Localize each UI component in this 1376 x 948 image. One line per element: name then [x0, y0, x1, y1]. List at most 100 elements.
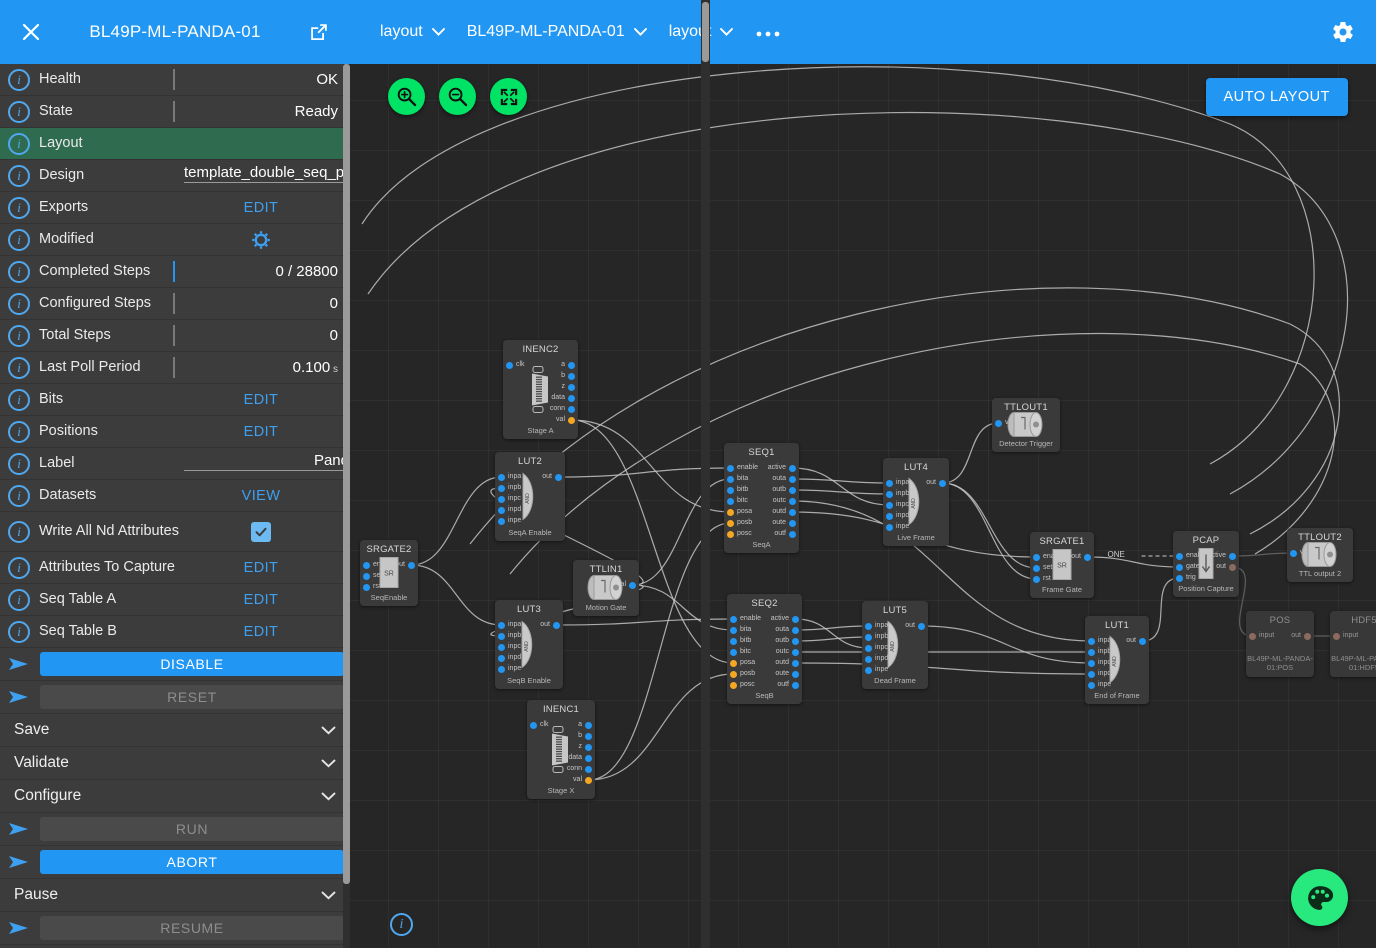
- port-dot[interactable]: [727, 498, 734, 505]
- open-external-icon[interactable]: [302, 15, 336, 49]
- port-dot[interactable]: [789, 531, 796, 538]
- port-dot[interactable]: [408, 562, 415, 569]
- edit-link[interactable]: EDIT: [184, 392, 344, 408]
- port-dot[interactable]: [363, 573, 370, 580]
- info-icon[interactable]: i: [8, 357, 30, 379]
- node-port-z[interactable]: z: [562, 383, 576, 391]
- node-port-posb[interactable]: posb: [727, 519, 758, 527]
- port-dot[interactable]: [1176, 553, 1183, 560]
- close-icon[interactable]: [14, 15, 48, 49]
- edit-link[interactable]: EDIT: [184, 424, 344, 440]
- port-dot[interactable]: [1249, 633, 1256, 640]
- port-dot[interactable]: [727, 465, 734, 472]
- breadcrumb-device[interactable]: BL49P-ML-PANDA-01: [467, 23, 647, 41]
- port-dot[interactable]: [568, 406, 575, 413]
- node-port-enable[interactable]: enable: [730, 615, 761, 623]
- port-dot[interactable]: [727, 520, 734, 527]
- port-dot[interactable]: [498, 507, 505, 514]
- port-dot[interactable]: [568, 362, 575, 369]
- port-dot[interactable]: [727, 531, 734, 538]
- palette-icon[interactable]: [1291, 869, 1348, 926]
- port-dot[interactable]: [730, 616, 737, 623]
- design-input[interactable]: template_double_seq_pcomp: [184, 164, 350, 183]
- port-dot[interactable]: [498, 518, 505, 525]
- node-port-outc[interactable]: outc: [776, 648, 799, 656]
- port-dot[interactable]: [789, 498, 796, 505]
- port-dot[interactable]: [585, 766, 592, 773]
- info-icon[interactable]: i: [8, 101, 30, 123]
- info-icon[interactable]: i: [8, 69, 30, 91]
- port-dot[interactable]: [1088, 660, 1095, 667]
- node-port-out[interactable]: out: [1071, 553, 1091, 561]
- node-port-bitc[interactable]: bitc: [727, 497, 758, 505]
- node-port-data[interactable]: data: [551, 394, 575, 402]
- port-dot[interactable]: [1084, 554, 1091, 561]
- node-port-conn[interactable]: conn: [550, 405, 575, 413]
- port-dot[interactable]: [498, 485, 505, 492]
- port-dot[interactable]: [629, 582, 636, 589]
- gear-icon[interactable]: [1326, 15, 1360, 49]
- node-port-posa[interactable]: posa: [730, 659, 761, 667]
- node-port-outb[interactable]: outb: [772, 486, 796, 494]
- graph-node-pcap[interactable]: PCAPenablegatetrigactiveoutPosition Capt…: [1173, 531, 1239, 597]
- info-icon[interactable]: i: [8, 197, 30, 219]
- info-icon[interactable]: i: [8, 229, 30, 251]
- port-dot[interactable]: [792, 616, 799, 623]
- port-dot[interactable]: [1304, 633, 1311, 640]
- graph-node-lut5[interactable]: LUT5inpainpbinpcinpdinpeANDoutDead Frame: [862, 601, 928, 689]
- node-port-enable[interactable]: enable: [727, 464, 758, 472]
- port-dot[interactable]: [730, 627, 737, 634]
- info-icon[interactable]: i: [8, 133, 30, 155]
- port-dot[interactable]: [498, 474, 505, 481]
- accordion-configure[interactable]: Configure: [0, 780, 350, 813]
- port-dot[interactable]: [792, 682, 799, 689]
- port-dot[interactable]: [568, 395, 575, 402]
- node-port-out[interactable]: out: [542, 473, 562, 481]
- sidebar-scrollbar-thumb[interactable]: [343, 64, 350, 884]
- port-dot[interactable]: [939, 480, 946, 487]
- port-dot[interactable]: [506, 362, 513, 369]
- accordion-pause[interactable]: Pause: [0, 879, 350, 912]
- graph-scrollbar-thumb[interactable]: [702, 2, 709, 62]
- port-dot[interactable]: [1088, 638, 1095, 645]
- port-dot[interactable]: [730, 671, 737, 678]
- node-port-active[interactable]: active: [768, 464, 796, 472]
- port-dot[interactable]: [886, 491, 893, 498]
- info-icon[interactable]: i: [8, 165, 30, 187]
- port-dot[interactable]: [730, 649, 737, 656]
- abort-button[interactable]: ABORT: [40, 850, 344, 874]
- port-dot[interactable]: [1290, 550, 1297, 557]
- port-dot[interactable]: [886, 513, 893, 520]
- port-dot[interactable]: [865, 656, 872, 663]
- graph-node-srgate1[interactable]: SRGATE1enablesetrstSRoutFrame Gate: [1030, 532, 1094, 598]
- accordion-save[interactable]: Save: [0, 714, 350, 747]
- edit-link[interactable]: EDIT: [184, 592, 344, 608]
- node-port-outa[interactable]: outa: [775, 626, 799, 634]
- port-dot[interactable]: [918, 623, 925, 630]
- info-icon[interactable]: i: [8, 453, 30, 475]
- info-icon[interactable]: i: [8, 485, 30, 507]
- port-dot[interactable]: [1176, 564, 1183, 571]
- info-icon[interactable]: i: [8, 325, 30, 347]
- node-port-z[interactable]: z: [579, 743, 593, 751]
- port-dot[interactable]: [498, 644, 505, 651]
- port-dot[interactable]: [363, 562, 370, 569]
- port-dot[interactable]: [865, 645, 872, 652]
- port-dot[interactable]: [1229, 564, 1236, 571]
- edit-link[interactable]: EDIT: [184, 200, 344, 216]
- info-icon[interactable]: i: [8, 557, 30, 579]
- port-dot[interactable]: [1033, 565, 1040, 572]
- overflow-menu-icon[interactable]: [755, 26, 781, 38]
- info-icon[interactable]: i: [8, 389, 30, 411]
- node-port-posc[interactable]: posc: [730, 681, 761, 689]
- node-port-outf[interactable]: outf: [774, 530, 796, 538]
- graph-node-srgate2[interactable]: SRGATE2enablesetrstSRoutSeqEnable: [360, 540, 418, 606]
- node-port-outb[interactable]: outb: [775, 637, 799, 645]
- port-dot[interactable]: [498, 496, 505, 503]
- port-dot[interactable]: [498, 622, 505, 629]
- port-dot[interactable]: [1033, 576, 1040, 583]
- node-port-b[interactable]: b: [561, 372, 575, 380]
- port-dot[interactable]: [865, 623, 872, 630]
- port-dot[interactable]: [730, 638, 737, 645]
- label-input[interactable]: PandA: [184, 452, 350, 471]
